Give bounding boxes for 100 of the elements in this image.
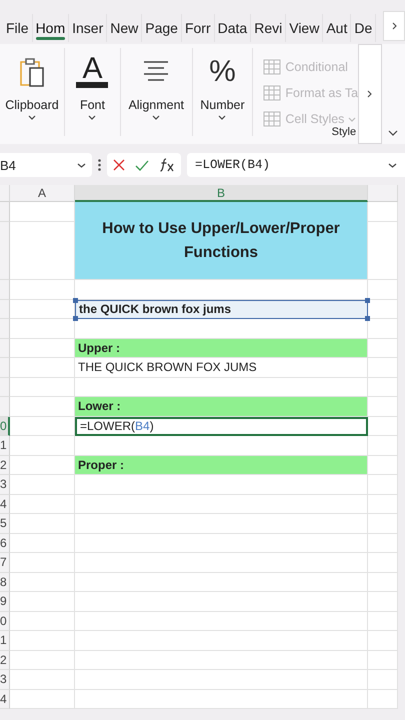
more-options-icon[interactable] [98,159,101,171]
row-header[interactable]: 4 [0,494,10,514]
column-header[interactable] [368,185,398,202]
row-header[interactable]: 2 [0,650,10,670]
table-cell [368,338,398,358]
row-header[interactable]: 1 [0,436,10,456]
row-header[interactable]: 9 [0,592,10,612]
row-header[interactable] [0,358,10,378]
table-cell [368,572,398,592]
row-header[interactable] [0,222,10,280]
ribbon-group-button[interactable]: % Number [192,48,254,136]
table-cell [10,319,75,338]
column-header[interactable]: B [75,185,368,202]
table-cell [368,690,398,709]
table-cell [10,690,75,709]
table-cell [368,475,398,494]
row-header[interactable]: 2 [0,456,10,475]
ribbon-tab[interactable]: Hom [32,14,70,42]
table-cell [368,494,398,514]
table-cell [10,534,75,553]
table-cell [368,378,398,397]
ribbon-tab[interactable]: Revi [251,14,286,42]
name-box[interactable]: B4 [0,153,92,177]
row-header[interactable]: 5 [0,514,10,534]
row-header[interactable]: 0 [0,612,10,631]
table-cell[interactable]: the QUICK brown fox jums [75,300,368,319]
ribbon-group-button[interactable]: Alignment [120,48,193,136]
ribbon-tab[interactable]: Aut [323,14,352,42]
ribbon-tab[interactable]: Data [214,14,252,42]
select-all-button[interactable] [0,185,10,202]
column-header[interactable]: A [10,185,75,202]
row-header[interactable] [0,202,10,222]
ribbon-group-button[interactable]: A Font [65,48,121,136]
formula-field[interactable]: =LOWER(B4) [187,153,405,177]
ribbon-scroll-button[interactable] [358,44,382,144]
table-cell [368,416,398,436]
chevron-right-icon [392,22,396,30]
row-header[interactable]: 6 [0,534,10,553]
table-cell [10,280,75,300]
table-cell [10,475,75,494]
table-cell [368,592,398,612]
table-cell [10,612,75,631]
table-grid-icon [263,59,282,75]
ribbon-tab[interactable]: View [286,14,324,42]
table-cell: Lower : [75,397,368,416]
table-cell [368,300,398,319]
row-header[interactable]: 0 [0,416,10,436]
chevron-down-icon [152,115,160,120]
row-header[interactable]: 4 [0,690,10,709]
ribbon-tab[interactable]: Page [142,14,182,42]
cell-editor[interactable]: =LOWER(B4) [75,416,368,436]
cancel-icon[interactable] [113,159,125,171]
ribbon-tab[interactable]: Forr [182,14,215,42]
ribbon-tab[interactable]: De [351,14,376,42]
table-cell [368,514,398,534]
table-cell [368,650,398,670]
row-header[interactable]: 8 [0,572,10,592]
table-grid-icon [263,111,282,127]
chevron-down-icon [28,115,36,120]
table-cell [10,378,75,397]
table-cell: Proper : [75,456,368,475]
row-header[interactable] [0,378,10,397]
row-header[interactable]: 7 [0,553,10,572]
table-cell [10,494,75,514]
table-cell [368,202,398,222]
function-icon[interactable] [159,158,175,172]
table-cell: THE QUICK BROWN FOX JUMS [75,358,368,378]
table-cell [368,631,398,650]
ribbon-tab[interactable]: File [3,14,33,42]
row-header[interactable] [0,300,10,319]
row-header[interactable]: 1 [0,631,10,650]
table-cell [368,319,398,338]
table-cell [10,222,75,280]
table-cell [10,670,75,690]
table-cell [10,416,75,436]
table-cell [368,436,398,456]
ribbon-tab[interactable]: Inser [69,14,108,42]
row-header[interactable] [0,338,10,358]
chevron-down-icon [218,115,226,120]
table-cell [10,553,75,572]
check-icon[interactable] [135,160,149,170]
scroll-tabs-button[interactable] [383,11,405,41]
table-cell [368,534,398,553]
ribbon-group-button[interactable]: Clipboard [0,48,65,136]
row-header[interactable]: 3 [0,670,10,690]
table-cell [10,650,75,670]
row-header[interactable] [0,319,10,338]
clipboard-icon [17,56,47,88]
row-header[interactable] [0,280,10,300]
row-header[interactable]: 3 [0,475,10,494]
chevron-down-icon [348,116,356,122]
table-cell [10,631,75,650]
chevron-down-icon[interactable] [388,130,398,136]
table-cell [10,358,75,378]
table-cell [10,514,75,534]
title-cell: How to Use Upper/Lower/Proper Functions [75,202,368,280]
table-cell [10,592,75,612]
table-cell: Upper : [75,338,368,358]
ribbon-tab[interactable]: New [107,14,142,42]
row-header[interactable] [0,397,10,416]
